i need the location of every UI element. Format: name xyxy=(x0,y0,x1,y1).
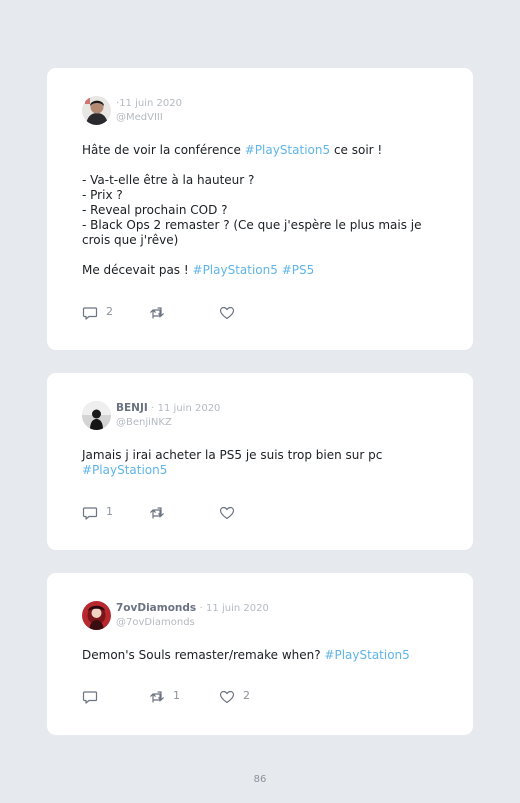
avatar[interactable] xyxy=(82,96,111,125)
retweet-icon xyxy=(150,507,164,519)
page-number: 86 xyxy=(253,774,267,785)
author-handle[interactable]: @MedVIII xyxy=(116,111,182,124)
heart-icon xyxy=(219,306,235,320)
tweet-meta: ·11 juin 2020 @MedVIII xyxy=(116,96,182,124)
text-segment: Hâte de voir la conférence xyxy=(82,143,245,157)
author-handle[interactable]: @BenjiNKZ xyxy=(116,416,220,429)
hashtag-link[interactable]: #PlayStation5 xyxy=(245,143,330,157)
tweet-meta: 7ovDiamonds · 11 juin 2020 @7ovDiamonds xyxy=(116,601,269,629)
text-segment: - Va-t-elle être à la hauteur ? xyxy=(82,173,255,187)
avatar[interactable] xyxy=(82,601,111,630)
text-segment: - Prix ? xyxy=(82,188,123,202)
tweet-text-line: - Va-t-elle être à la hauteur ? xyxy=(82,173,443,188)
hashtag-link[interactable]: #PS5 xyxy=(282,263,315,277)
text-segment: - Black Ops 2 remaster ? (Ce que j'espèr… xyxy=(82,218,422,232)
tweet-text-line: - Black Ops 2 remaster ? (Ce que j'espèr… xyxy=(82,218,443,233)
tweet-text: Hâte de voir la conférence #PlayStation5… xyxy=(82,143,443,278)
comment-icon xyxy=(82,691,98,704)
tweet-text-line xyxy=(82,158,443,173)
retweet-icon xyxy=(150,691,164,703)
tweet-card: ·11 juin 2020 @MedVIII Hâte de voir la c… xyxy=(47,68,473,350)
heart-icon xyxy=(219,690,235,704)
text-segment: Jamais j irai acheter la PS5 je suis tro… xyxy=(82,448,383,462)
comment-icon xyxy=(82,507,98,520)
text-segment: Me décevait pas ! xyxy=(82,263,193,277)
tweet-text-line: #PlayStation5 xyxy=(82,463,443,478)
like-count: 2 xyxy=(243,689,250,702)
separator-dot: · xyxy=(151,403,155,414)
tweet-card: 7ovDiamonds · 11 juin 2020 @7ovDiamonds … xyxy=(47,573,473,735)
author-name[interactable]: BENJI xyxy=(116,402,148,414)
text-segment: - Reveal prochain COD ? xyxy=(82,203,228,217)
tweet-text-line: Jamais j irai acheter la PS5 je suis tro… xyxy=(82,448,443,463)
author-name[interactable]: 7ovDiamonds xyxy=(116,602,196,614)
text-segment: ce soir ! xyxy=(330,143,383,157)
tweet-text-line: Hâte de voir la conférence #PlayStation5… xyxy=(82,143,443,158)
heart-icon xyxy=(219,506,235,520)
hashtag-link[interactable]: #PlayStation5 xyxy=(82,463,167,477)
hashtag-link[interactable]: #PlayStation5 xyxy=(324,648,409,662)
reply-count: 1 xyxy=(106,505,113,518)
tweet-text-line: Demon's Souls remaster/remake when? #Pla… xyxy=(82,648,443,663)
hashtag-link[interactable]: #PlayStation5 xyxy=(193,263,278,277)
retweet-count: 1 xyxy=(173,689,180,702)
retweet-icon xyxy=(150,307,164,319)
tweet-date[interactable]: 11 juin 2020 xyxy=(206,603,269,614)
tweet-text: Jamais j irai acheter la PS5 je suis tro… xyxy=(82,448,443,478)
text-segment: Demon's Souls remaster/remake when? xyxy=(82,648,325,662)
tweet-text-line xyxy=(82,248,443,263)
tweet-text-line: crois que j'rêve) xyxy=(82,233,443,248)
avatar[interactable] xyxy=(82,401,111,430)
tweet-date[interactable]: 11 juin 2020 xyxy=(158,403,221,414)
tweet-date[interactable]: 11 juin 2020 xyxy=(119,98,182,109)
tweet-card: BENJI · 11 juin 2020 @BenjiNKZ Jamais j … xyxy=(47,373,473,550)
tweet-text: Demon's Souls remaster/remake when? #Pla… xyxy=(82,648,443,663)
text-segment: crois que j'rêve) xyxy=(82,233,179,247)
author-handle[interactable]: @7ovDiamonds xyxy=(116,616,269,629)
tweet-text-line: - Prix ? xyxy=(82,188,443,203)
tweet-text-line: - Reveal prochain COD ? xyxy=(82,203,443,218)
separator-dot: · xyxy=(199,603,203,614)
comment-icon xyxy=(82,307,98,320)
tweet-meta: BENJI · 11 juin 2020 @BenjiNKZ xyxy=(116,401,220,429)
reply-count: 2 xyxy=(106,305,113,318)
tweet-text-line: Me décevait pas ! #PlayStation5 #PS5 xyxy=(82,263,443,278)
